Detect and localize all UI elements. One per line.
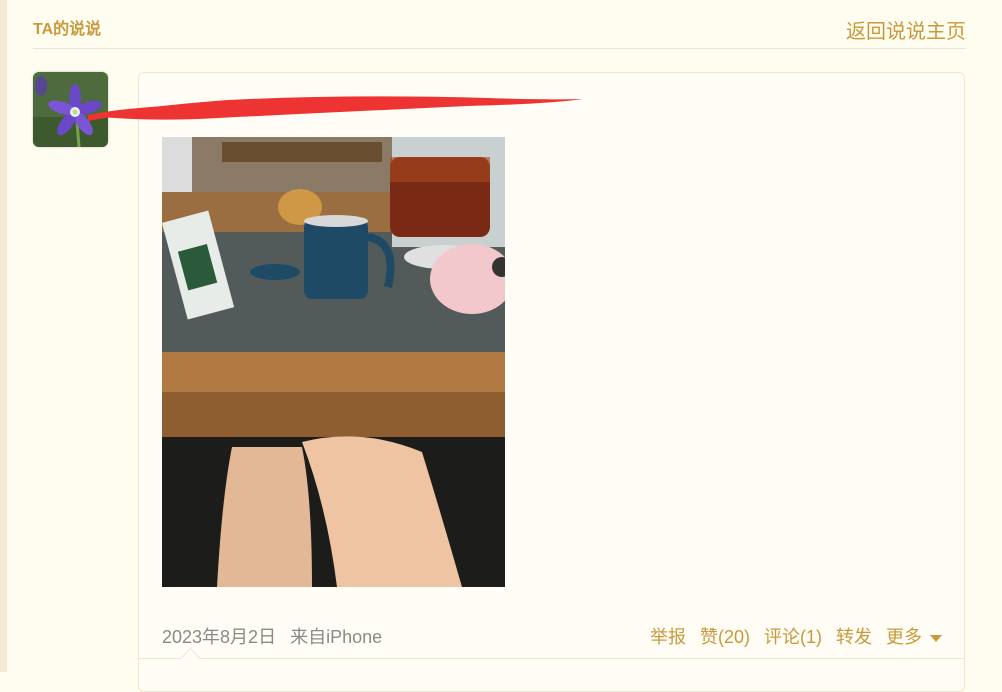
redaction-scribble	[88, 96, 583, 121]
comment-notch	[179, 647, 202, 670]
page-header: TA的说说 返回说说主页	[33, 0, 966, 49]
post-meta: 2023年8月2日 来自iPhone	[162, 623, 382, 649]
more-label: 更多	[886, 627, 922, 647]
post-footer-divider	[139, 658, 964, 659]
caret-down-icon	[930, 634, 942, 642]
forward-button[interactable]: 转发	[836, 623, 872, 649]
left-edge	[0, 0, 7, 672]
post-photo[interactable]	[162, 137, 505, 587]
report-button[interactable]: 举报	[650, 623, 686, 649]
post-date: 2023年8月2日	[162, 627, 277, 647]
page-title: TA的说说	[33, 21, 102, 38]
tea-table-photo	[162, 137, 505, 587]
more-button[interactable]: 更多	[886, 623, 942, 649]
post-source: 来自iPhone	[290, 627, 383, 647]
comment-button[interactable]: 评论(1)	[764, 623, 822, 649]
post-actions: 举报 赞(20) 评论(1) 转发 更多	[650, 623, 942, 649]
like-button[interactable]: 赞(20)	[700, 623, 750, 649]
back-to-moments-link[interactable]: 返回说说主页	[846, 15, 966, 44]
post-card: 2023年8月2日 来自iPhone 举报 赞(20) 评论(1) 转发 更多	[138, 72, 965, 692]
